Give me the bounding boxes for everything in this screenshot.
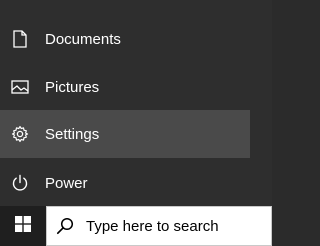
start-menu-item-settings[interactable]: Settings (0, 110, 250, 158)
start-menu-item-label: Settings (45, 125, 100, 143)
start-menu-item-power[interactable]: Power (0, 159, 250, 207)
pictures-icon (10, 77, 30, 97)
gear-icon (10, 124, 30, 144)
start-menu-right-edge (250, 0, 272, 206)
windows-logo-icon (15, 215, 31, 237)
taskbar-search-box[interactable]: Type here to search (46, 206, 272, 246)
start-menu-item-label: Pictures (45, 78, 100, 96)
search-icon (56, 217, 74, 235)
start-menu-item-pictures[interactable]: Pictures (0, 63, 250, 111)
search-placeholder: Type here to search (86, 217, 219, 235)
start-menu: Documents Pictures Settings Power (0, 0, 272, 206)
document-icon (10, 29, 30, 49)
start-menu-item-documents[interactable]: Documents (0, 15, 250, 63)
start-menu-item-label: Power (45, 174, 88, 192)
power-icon (10, 173, 30, 193)
start-menu-item-label: Documents (45, 30, 121, 48)
start-button[interactable] (0, 206, 46, 246)
taskbar: Type here to search (0, 206, 272, 246)
